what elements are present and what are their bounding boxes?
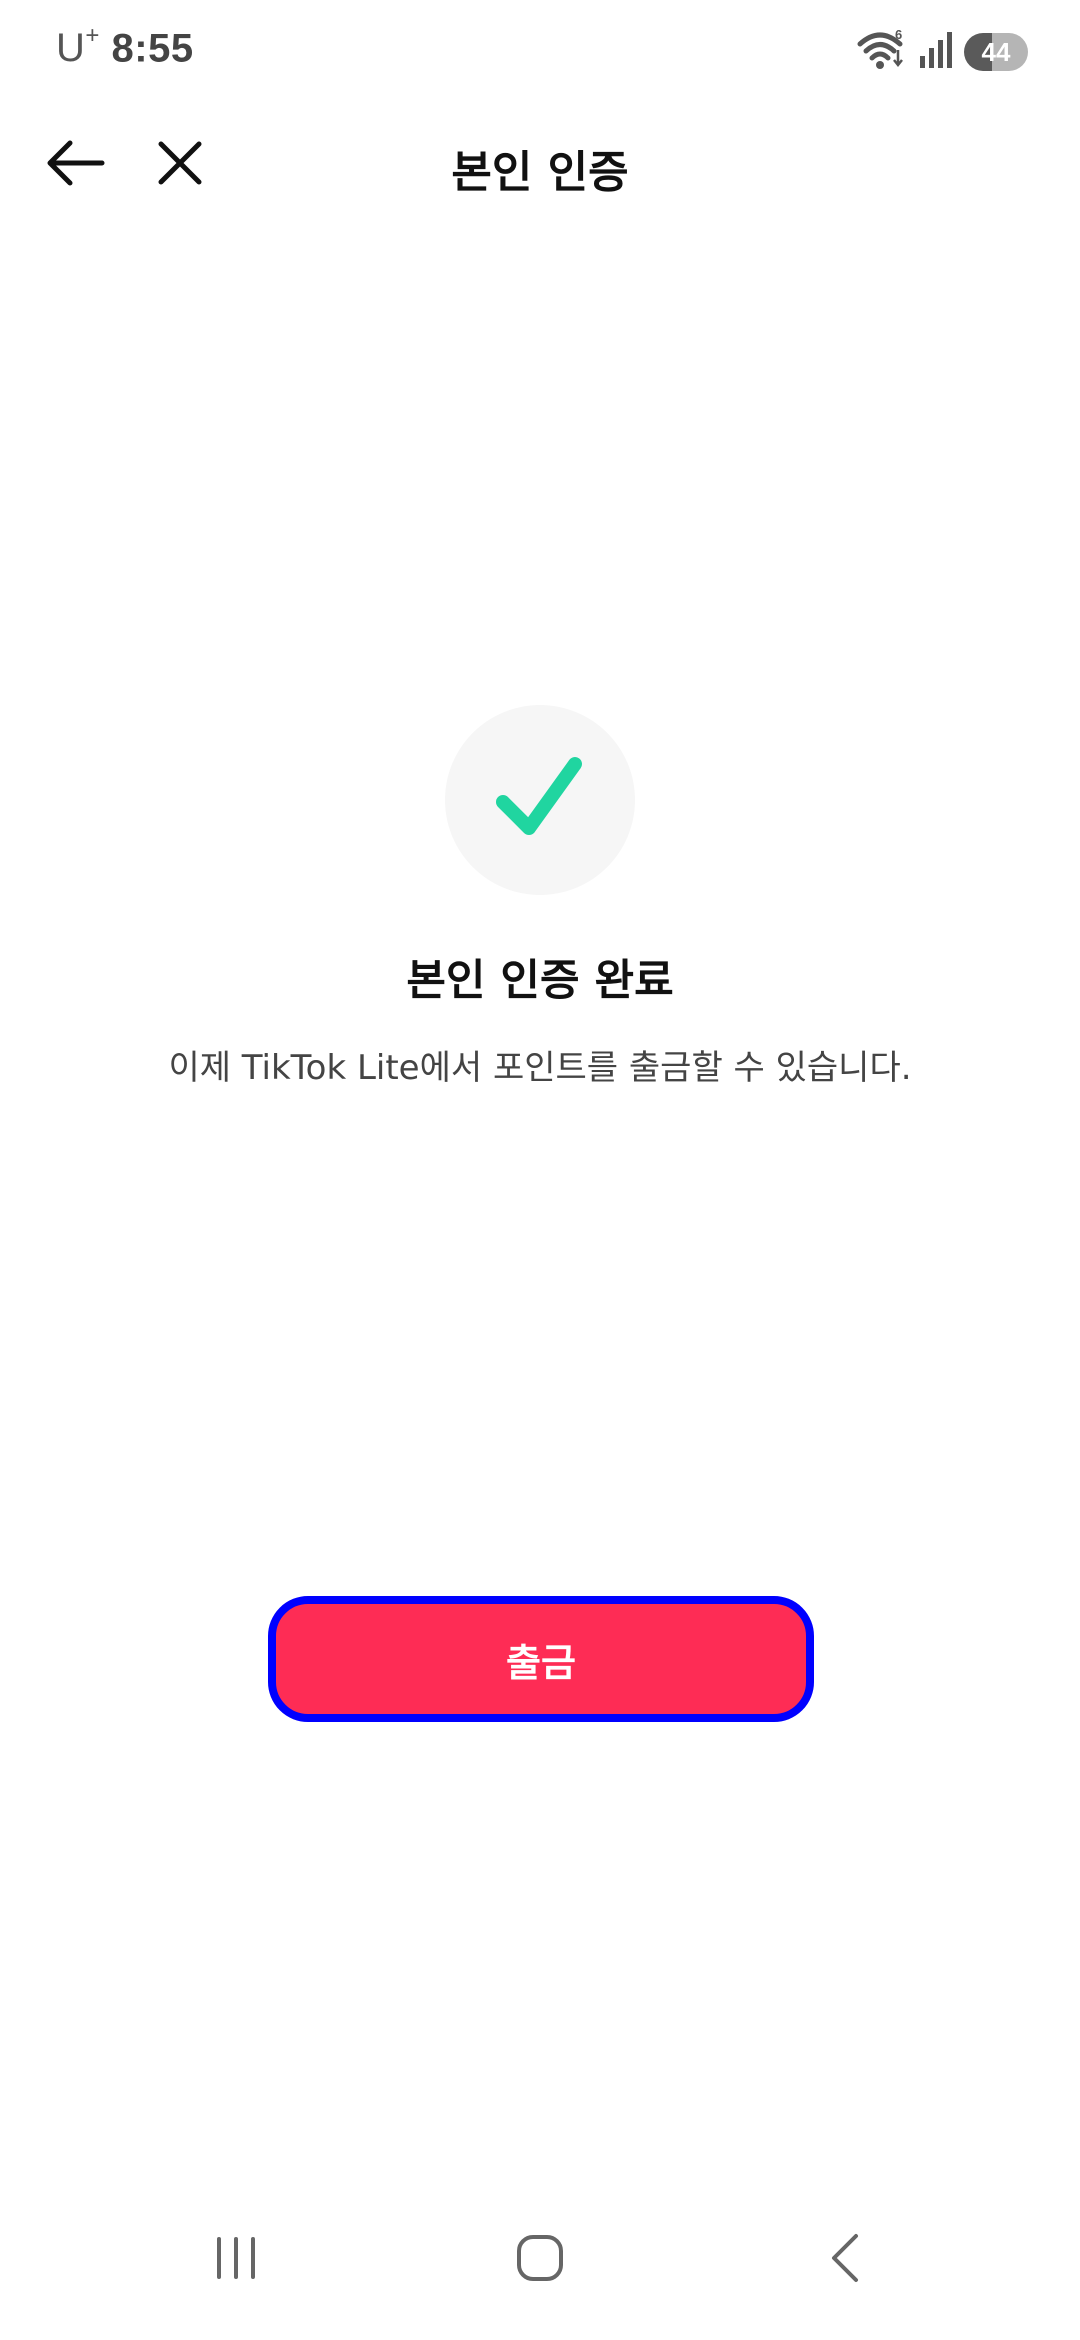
success-description: 이제 TikTok Lite에서 포인트를 출금할 수 있습니다. <box>168 1048 912 1088</box>
system-back-button[interactable] <box>804 2220 884 2300</box>
app-bar: 본인 인증 <box>0 100 1080 230</box>
home-button[interactable] <box>500 2220 580 2300</box>
signal-icon <box>918 30 954 74</box>
carrier-time: U+ 8:55 <box>56 22 194 71</box>
wifi-badge: 6 <box>895 28 902 42</box>
battery-icon: 44 <box>964 33 1028 71</box>
page-title: 본인 인증 <box>451 147 629 198</box>
recents-button[interactable] <box>196 2220 276 2300</box>
recents-icon <box>211 2235 261 2285</box>
status-bar: U+ 8:55 6 44 <box>0 0 1080 100</box>
system-nav-bar <box>0 2190 1080 2340</box>
home-icon <box>514 2232 566 2288</box>
wifi-icon: 6 <box>856 27 908 76</box>
status-icons: 6 44 <box>856 27 1028 76</box>
clock: 8:55 <box>111 26 194 71</box>
success-badge <box>445 705 635 895</box>
success-title: 본인 인증 완료 <box>406 956 674 1006</box>
identity-verification-screen: U+ 8:55 6 44 본인 인증 본인 인증 완료 이제 TikTok Li… <box>0 0 1080 2340</box>
withdraw-button[interactable]: 출금 <box>268 1596 814 1722</box>
carrier-label: U+ <box>56 22 100 71</box>
check-icon <box>495 756 585 844</box>
chevron-left-icon <box>824 2232 864 2288</box>
